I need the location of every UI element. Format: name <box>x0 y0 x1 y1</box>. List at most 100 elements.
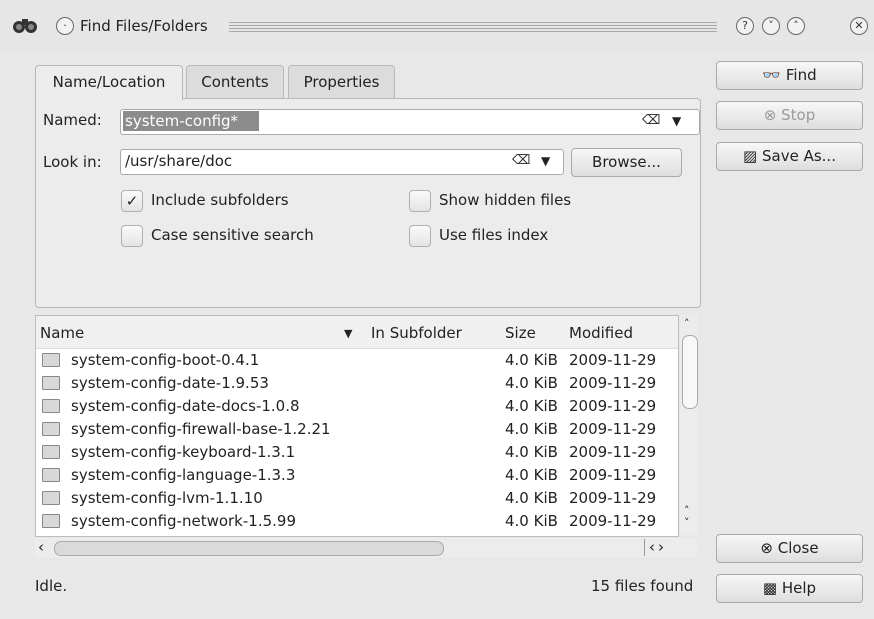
find-label: Find <box>785 66 817 84</box>
clear-text-icon[interactable]: ⌫ <box>642 113 660 128</box>
item-modified: 2009-11-29 <box>569 443 657 461</box>
item-size: 4.0 KiB <box>505 512 558 530</box>
vertical-scrollbar[interactable]: ˄ ˄ ˅ <box>680 315 698 535</box>
help-book-icon: ▩ <box>762 579 778 597</box>
save-icon: ▨ <box>743 147 758 165</box>
files-found-count: 15 files found <box>591 577 694 595</box>
sort-chevron-icon[interactable]: ▼ <box>344 327 352 340</box>
stop-icon: ⊗ <box>763 106 777 124</box>
vertical-scroll-thumb[interactable] <box>682 335 698 409</box>
tab-name-location[interactable]: Name/Location <box>35 65 183 100</box>
scroll-left-right-icon[interactable]: ‹› <box>649 538 667 556</box>
help-icon[interactable]: ? <box>736 17 754 35</box>
binoculars-icon <box>12 15 38 35</box>
item-size: 4.0 KiB <box>505 351 558 369</box>
use-files-index-checkbox[interactable] <box>409 225 431 247</box>
list-item[interactable]: system-config-language-1.3.3 4.0 KiB 2009-… <box>36 464 678 487</box>
clear-text-icon[interactable]: ⌫ <box>512 153 530 168</box>
list-item[interactable]: system-config-keyboard-1.3.1 4.0 KiB 2009-… <box>36 441 678 464</box>
item-modified: 2009-11-29 <box>569 351 657 369</box>
list-item[interactable]: system-config-firewall-base-1.2.21 4.0 Ki… <box>36 418 678 441</box>
show-hidden-files-label[interactable]: Show hidden files <box>439 191 571 209</box>
item-modified: 2009-11-29 <box>569 420 657 438</box>
item-modified: 2009-11-29 <box>569 512 657 530</box>
list-item[interactable]: system-config-network-1.5.99 4.0 KiB 2009-… <box>36 510 678 533</box>
item-size: 4.0 KiB <box>505 443 558 461</box>
item-modified: 2009-11-29 <box>569 489 657 507</box>
named-input-selected-text[interactable]: system-config* <box>123 111 259 131</box>
folder-icon <box>42 376 60 390</box>
item-name: system-config-date-1.9.53 <box>71 374 269 392</box>
horizontal-scrollbar[interactable]: ‹ ‹› <box>35 538 697 558</box>
list-item[interactable]: system-config-date-1.9.53 4.0 KiB 2009-11-… <box>36 372 678 395</box>
column-header-name[interactable]: Name <box>40 324 84 342</box>
stop-button[interactable]: ⊗ Stop <box>716 101 863 130</box>
item-name: system-config-date-docs-1.0.8 <box>71 397 300 415</box>
item-name: system-config-language-1.3.3 <box>71 466 296 484</box>
list-item[interactable]: system-config-date-docs-1.0.8 4.0 KiB 2009… <box>36 395 678 418</box>
find-button[interactable]: 👓 Find <box>716 61 863 90</box>
item-size: 4.0 KiB <box>505 420 558 438</box>
look-in-combobox[interactable]: /usr/share/doc ⌫ ▼ <box>120 149 564 175</box>
look-in-label: Look in: <box>43 153 102 171</box>
case-sensitive-label[interactable]: Case sensitive search <box>151 226 314 244</box>
folder-icon <box>42 491 60 505</box>
horizontal-scroll-thumb[interactable] <box>54 541 444 556</box>
folder-icon <box>42 468 60 482</box>
window-title: Find Files/Folders <box>80 17 208 35</box>
folder-icon <box>42 422 60 436</box>
list-item[interactable]: system-config-boot-0.4.1 4.0 KiB 2009-11-2… <box>36 349 678 372</box>
look-in-input[interactable]: /usr/share/doc <box>125 152 232 170</box>
scroll-left-icon[interactable]: ‹ <box>38 538 44 556</box>
browse-button[interactable]: Browse... <box>571 148 682 177</box>
show-hidden-files-checkbox[interactable] <box>409 190 431 212</box>
chevron-down-icon[interactable]: ▼ <box>541 154 550 168</box>
include-subfolders-checkbox[interactable]: ✓ <box>121 190 143 212</box>
scroll-up-icon[interactable]: ˄ <box>684 317 690 330</box>
close-label: Close <box>777 539 819 557</box>
named-combobox[interactable]: system-config* ⌫ ▼ <box>120 109 700 135</box>
include-subfolders-label[interactable]: Include subfolders <box>151 191 289 209</box>
tab-panel: Named: system-config* ⌫ ▼ Look in: /usr/… <box>35 98 701 308</box>
item-name: system-config-lvm-1.1.10 <box>71 489 263 507</box>
save-as-label: Save As... <box>762 147 836 165</box>
item-name: system-config-keyboard-1.3.1 <box>71 443 296 461</box>
item-modified: 2009-11-29 <box>569 466 657 484</box>
scrollbar-divider <box>644 539 645 556</box>
scroll-updown-icon[interactable]: ˄ ˅ <box>684 505 690 529</box>
maximize-icon[interactable]: ˄ <box>787 17 805 35</box>
named-label: Named: <box>43 111 102 129</box>
window-menu-icon[interactable]: · <box>56 17 74 35</box>
case-sensitive-checkbox[interactable] <box>121 225 143 247</box>
column-header-in-subfolder[interactable]: In Subfolder <box>371 324 462 342</box>
minimize-icon[interactable]: ˅ <box>762 17 780 35</box>
item-modified: 2009-11-29 <box>569 374 657 392</box>
close-icon: ⊗ <box>760 539 773 557</box>
binoculars-icon: 👓 <box>762 66 782 84</box>
list-item[interactable]: system-config-lvm-1.1.10 4.0 KiB 2009-11-2… <box>36 487 678 510</box>
item-size: 4.0 KiB <box>505 489 558 507</box>
save-as-button[interactable]: ▨ Save As... <box>716 142 863 171</box>
results-list[interactable]: Name ▼ In Subfolder Size Modified system… <box>35 315 679 537</box>
use-files-index-label[interactable]: Use files index <box>439 226 548 244</box>
item-size: 4.0 KiB <box>505 466 558 484</box>
close-window-icon[interactable]: ✕ <box>850 17 868 35</box>
folder-icon <box>42 353 60 367</box>
close-button[interactable]: ⊗ Close <box>716 534 863 563</box>
chevron-down-icon[interactable]: ▼ <box>672 114 681 128</box>
tab-properties[interactable]: Properties <box>288 65 395 99</box>
help-label: Help <box>781 579 817 597</box>
column-header-modified[interactable]: Modified <box>569 324 633 342</box>
item-name: system-config-boot-0.4.1 <box>71 351 260 369</box>
item-modified: 2009-11-29 <box>569 397 657 415</box>
item-size: 4.0 KiB <box>505 397 558 415</box>
stop-label: Stop <box>781 106 816 124</box>
list-header: Name ▼ In Subfolder Size Modified <box>36 316 678 349</box>
item-name: system-config-firewall-base-1.2.21 <box>71 420 331 438</box>
title-bar-grip <box>229 22 717 34</box>
title-bar: · Find Files/Folders ? ˅ ˄ ✕ <box>0 0 874 52</box>
tab-contents[interactable]: Contents <box>186 65 284 99</box>
column-header-size[interactable]: Size <box>505 324 536 342</box>
item-size: 4.0 KiB <box>505 374 558 392</box>
help-button[interactable]: ▩ Help <box>716 574 863 603</box>
